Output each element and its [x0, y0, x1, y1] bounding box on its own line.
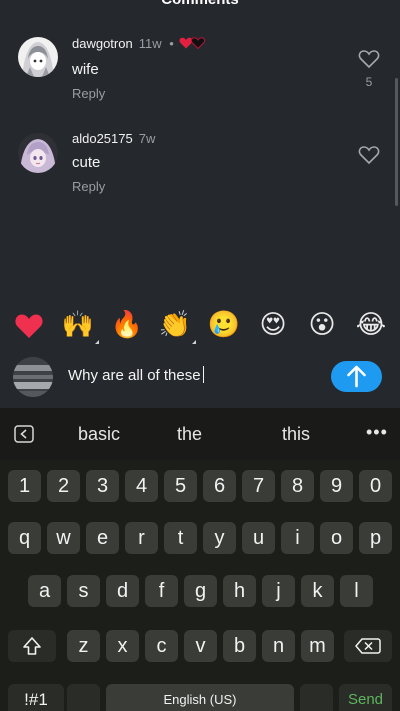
comment-time: 7w [138, 131, 156, 146]
key-k[interactable]: k [301, 575, 334, 607]
sheet-title: Comments [0, 0, 400, 8]
key-v[interactable]: v [184, 630, 217, 662]
key-7[interactable]: 7 [242, 470, 275, 502]
key-4[interactable]: 4 [125, 470, 158, 502]
emoji-reaction-bar: 🙌 🔥 👏 🥲 😍 😮 😂 [0, 308, 400, 348]
keyboard: basic the this ••• 1 2 3 4 5 6 7 8 9 0 q… [0, 408, 400, 711]
key-z[interactable]: z [67, 630, 100, 662]
key-f[interactable]: f [145, 575, 178, 607]
shift-key[interactable] [8, 630, 56, 662]
key-b[interactable]: b [223, 630, 256, 662]
variant-badge [192, 340, 196, 344]
smiling-face-with-tear-emoji-button[interactable]: 🥲 [207, 308, 241, 342]
comment-username[interactable]: aldo25175 7w [72, 131, 155, 146]
key-o[interactable]: o [320, 522, 353, 554]
key-l[interactable]: l [340, 575, 373, 607]
tears-of-joy-emoji-button[interactable]: 😂 [354, 308, 388, 342]
backspace-icon [355, 638, 381, 654]
key-p[interactable]: p [359, 522, 392, 554]
reply-button[interactable]: Reply [72, 86, 105, 101]
open-mouth-emoji-button[interactable]: 😮 [305, 308, 339, 342]
black-heart-icon [191, 36, 206, 51]
key-d[interactable]: d [106, 575, 139, 607]
key-e[interactable]: e [86, 522, 119, 554]
my-avatar [13, 357, 53, 397]
symbols-key[interactable]: !#1 [8, 684, 64, 711]
comment-username[interactable]: dawgotron 11w • [72, 36, 206, 51]
red-heart-emoji-button[interactable] [12, 308, 46, 342]
ellipsis-icon[interactable]: ••• [366, 422, 388, 443]
like-count: 5 [365, 75, 373, 89]
like-heart-icon[interactable] [358, 145, 380, 165]
suggestion-2[interactable]: the [177, 424, 202, 445]
key-u[interactable]: u [242, 522, 275, 554]
scrollbar[interactable] [395, 78, 398, 206]
avatar[interactable] [18, 37, 58, 77]
key-c[interactable]: c [145, 630, 178, 662]
key-j[interactable]: j [262, 575, 295, 607]
comment-text: wife [72, 61, 99, 78]
key-6[interactable]: 6 [203, 470, 236, 502]
period-key[interactable] [300, 684, 333, 711]
key-9[interactable]: 9 [320, 470, 353, 502]
key-h[interactable]: h [223, 575, 256, 607]
backspace-key[interactable] [344, 630, 392, 662]
key-g[interactable]: g [184, 575, 217, 607]
post-comment-button[interactable] [331, 361, 382, 392]
comment-input[interactable]: Why are all of these [68, 364, 318, 388]
key-x[interactable]: x [106, 630, 139, 662]
key-t[interactable]: t [164, 522, 197, 554]
text-caret [202, 366, 204, 383]
shift-arrow-icon [23, 637, 41, 655]
heart-eyes-emoji-button[interactable]: 😍 [256, 308, 290, 342]
suggestion-bar: basic the this ••• [0, 408, 400, 460]
comment-compose-bar: Why are all of these [0, 354, 400, 402]
keyboard-collapse-icon[interactable] [14, 425, 34, 443]
key-3[interactable]: 3 [86, 470, 119, 502]
comment-text: cute [72, 154, 101, 171]
key-m[interactable]: m [301, 630, 334, 662]
key-1[interactable]: 1 [8, 470, 41, 502]
fire-emoji-button[interactable]: 🔥 [110, 308, 144, 342]
reply-button[interactable]: Reply [72, 179, 105, 194]
raising-hands-emoji-button[interactable]: 🙌 [61, 308, 99, 344]
separator-dot: • [169, 36, 174, 51]
key-0[interactable]: 0 [359, 470, 392, 502]
key-8[interactable]: 8 [281, 470, 314, 502]
key-r[interactable]: r [125, 522, 158, 554]
suggestion-1[interactable]: basic [78, 424, 120, 445]
comments-sheet: Comments dawgotron11w • wife Reply 5 [0, 0, 400, 408]
key-i[interactable]: i [281, 522, 314, 554]
key-n[interactable]: n [262, 630, 295, 662]
key-a[interactable]: a [28, 575, 61, 607]
keyboard-send-key[interactable]: Send [339, 684, 392, 711]
comment-time: 11w [138, 36, 162, 51]
key-5[interactable]: 5 [164, 470, 197, 502]
variant-badge [95, 340, 99, 344]
avatar[interactable] [18, 133, 58, 173]
key-y[interactable]: y [203, 522, 236, 554]
space-bar[interactable]: English (US) [106, 684, 294, 711]
clapping-hands-emoji-button[interactable]: 👏 [158, 308, 196, 344]
suggestion-3[interactable]: this [282, 424, 310, 445]
comma-key[interactable] [67, 684, 100, 711]
key-q[interactable]: q [8, 522, 41, 554]
like-heart-icon[interactable] [358, 49, 380, 69]
key-s[interactable]: s [67, 575, 100, 607]
key-2[interactable]: 2 [47, 470, 80, 502]
key-w[interactable]: w [47, 522, 80, 554]
up-arrow-icon [347, 365, 366, 388]
